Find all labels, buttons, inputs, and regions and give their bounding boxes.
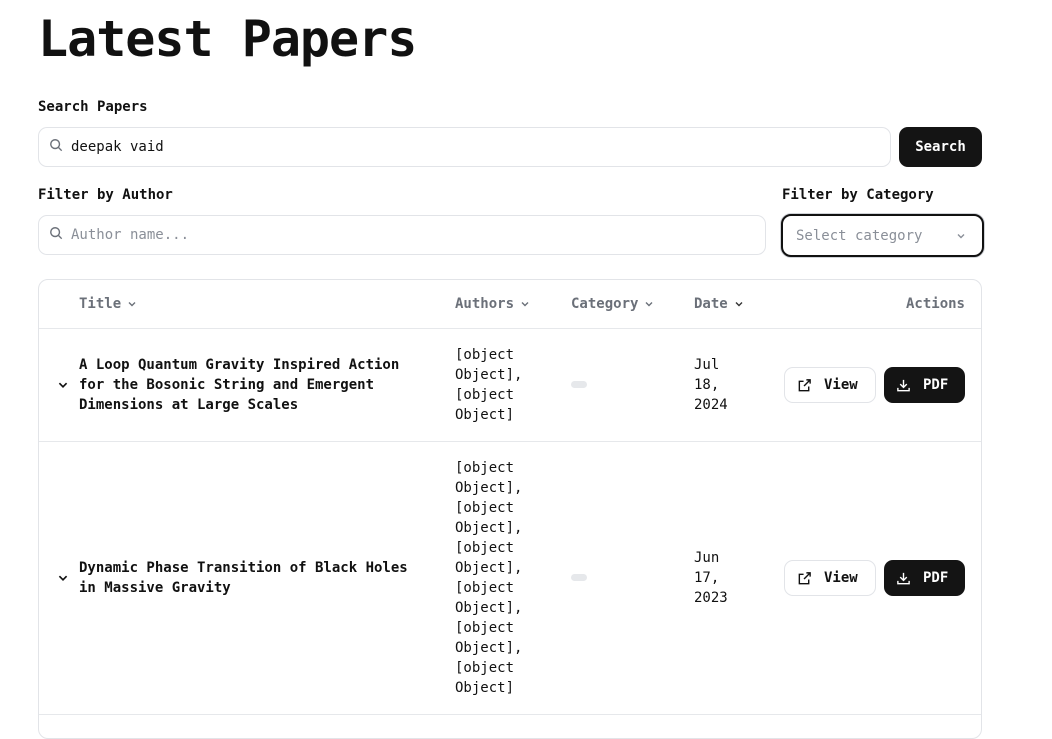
external-link-icon <box>798 571 811 584</box>
chevron-down-icon <box>128 302 136 307</box>
category-select[interactable]: Select category <box>781 214 984 257</box>
author-filter-label: Filter by Author <box>38 187 173 203</box>
search-label: Search Papers <box>38 99 148 115</box>
column-authors-label: Authors <box>455 296 515 312</box>
paper-title[interactable]: A Loop Quantum Gravity Inspired Action f… <box>79 355 399 415</box>
chevron-down-icon <box>735 302 743 307</box>
pdf-button-label: PDF <box>923 377 949 393</box>
search-icon <box>50 227 63 240</box>
column-actions-label: Actions <box>905 296 965 312</box>
pdf-button-label: PDF <box>923 570 949 586</box>
author-line: [object <box>455 620 515 636</box>
date-line: Jun <box>694 550 720 566</box>
download-icon <box>897 572 910 584</box>
papers-table: Title Authors Category Date Actions A Lo… <box>38 279 982 739</box>
search-input[interactable] <box>71 128 878 166</box>
category-badge <box>571 574 587 581</box>
pdf-button[interactable]: PDF <box>884 367 965 403</box>
column-header-actions: Actions <box>906 296 965 312</box>
author-line: Object], <box>455 480 523 496</box>
paper-title-line: Dimensions at Large Scales <box>79 397 299 413</box>
search-icon <box>50 139 63 152</box>
chevron-down-icon <box>521 302 529 307</box>
date-line: 18, <box>694 377 720 393</box>
author-line: Object], <box>455 520 523 536</box>
paper-title-line: Dynamic Phase Transition of Black Holes <box>79 560 408 576</box>
author-line: [object <box>455 460 515 476</box>
column-title-label: Title <box>79 296 122 312</box>
pdf-button[interactable]: PDF <box>884 560 965 596</box>
download-icon <box>897 379 910 391</box>
paper-title-line: A Loop Quantum Gravity Inspired Action <box>79 357 400 373</box>
column-header-title[interactable]: Title <box>79 296 137 312</box>
author-line: Object], <box>455 600 523 616</box>
column-category-label: Category <box>571 296 639 312</box>
page-title: Latest Papers <box>38 10 417 68</box>
date-line: Jul <box>694 357 720 373</box>
view-button[interactable]: View <box>784 560 876 596</box>
column-header-date[interactable]: Date <box>694 296 744 312</box>
paper-authors: [object Object], [object Object], [objec… <box>455 458 522 698</box>
author-line: [object <box>455 580 515 596</box>
row-divider <box>39 714 981 715</box>
author-filter-field[interactable] <box>38 215 766 255</box>
author-line: [object <box>455 500 515 516</box>
author-line: [object <box>455 660 515 676</box>
date-line: 2023 <box>694 590 728 606</box>
view-button-label: View <box>824 377 858 393</box>
paper-authors: [object Object], [object Object] <box>455 345 522 425</box>
paper-title[interactable]: Dynamic Phase Transition of Black Holes … <box>79 558 408 598</box>
search-button[interactable]: Search <box>899 127 982 167</box>
header-divider <box>39 328 981 329</box>
author-line: [object <box>455 387 515 403</box>
author-line: Object] <box>455 680 515 696</box>
author-line: [object <box>455 347 515 363</box>
view-button-label: View <box>824 570 858 586</box>
category-select-value: Select category <box>796 228 923 244</box>
paper-date: Jul 18, 2024 <box>694 355 728 415</box>
category-filter-label: Filter by Category <box>782 187 934 203</box>
date-line: 17, <box>694 570 720 586</box>
author-line: Object] <box>455 407 515 423</box>
author-filter-input[interactable] <box>71 216 753 254</box>
chevron-down-icon[interactable] <box>57 572 69 584</box>
paper-date: Jun 17, 2023 <box>694 548 728 608</box>
chevron-down-icon <box>645 302 653 307</box>
paper-title-line: in Massive Gravity <box>79 580 231 596</box>
chevron-down-icon[interactable] <box>57 379 69 391</box>
author-line: [object <box>455 540 515 556</box>
column-date-label: Date <box>694 296 728 312</box>
author-line: Object], <box>455 560 523 576</box>
column-header-category[interactable]: Category <box>571 296 654 312</box>
column-header-authors[interactable]: Authors <box>455 296 530 312</box>
view-button[interactable]: View <box>784 367 876 403</box>
category-badge <box>571 381 587 388</box>
author-line: Object], <box>455 640 523 656</box>
author-line: Object], <box>455 367 523 383</box>
paper-title-line: for the Bosonic String and Emergent <box>79 377 375 393</box>
search-field[interactable] <box>38 127 891 167</box>
external-link-icon <box>798 378 811 391</box>
row-divider <box>39 441 981 442</box>
chevron-down-icon <box>957 234 965 239</box>
date-line: 2024 <box>694 397 728 413</box>
